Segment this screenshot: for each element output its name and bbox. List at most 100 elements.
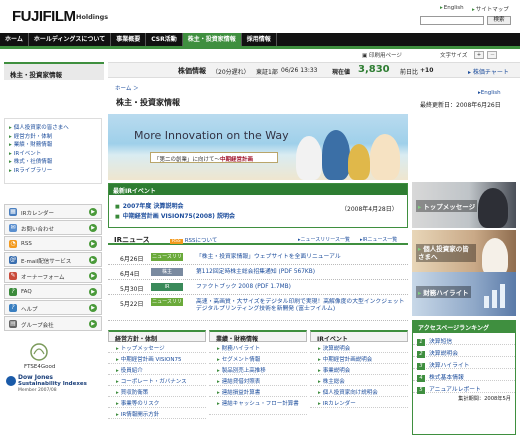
font-size-minus[interactable]: － <box>487 51 497 59</box>
ranking-item[interactable]: 3 決算ハイライト <box>413 357 515 370</box>
news-link[interactable]: 「株主・投資家情報」ウェブサイトを全面リニューアル <box>196 254 406 261</box>
change-label: 前日比 <box>400 69 419 76</box>
section-link[interactable]: 株主総会 <box>310 375 408 386</box>
stock-datetime: 06/26 13:33 <box>281 67 318 74</box>
nav-ir[interactable]: 株主・投資家情報 <box>182 33 242 46</box>
sidebar-item-library[interactable]: IRライブラリー <box>9 166 101 175</box>
section-link[interactable]: 製品別売上高推移 <box>209 364 307 375</box>
ranking-item[interactable]: 4 株式基本情報 <box>413 369 515 382</box>
section-link[interactable]: 連結損益計算書 <box>209 386 307 397</box>
news-link[interactable]: 高速・高画質・大サイズをデジタル印刷で実現！高解像度の大型インクジェットデジタル… <box>196 299 406 313</box>
person-image <box>482 238 508 276</box>
financial-highlight-box[interactable]: 財務ハイライト <box>412 272 516 316</box>
event-link-results[interactable]: 2007年度 決算説明会 <box>115 201 184 210</box>
section-link[interactable]: IRカレンダー <box>310 397 408 408</box>
english-link[interactable]: English <box>440 5 464 11</box>
help-icon: ? <box>9 304 17 312</box>
nav-home[interactable]: ホーム <box>0 33 29 46</box>
section-link[interactable]: 連結貸借対照表 <box>209 375 307 386</box>
email-icon: @ <box>9 256 17 264</box>
stock-chart-link[interactable]: ▸ 株価チャート <box>468 67 509 76</box>
individual-investors-box[interactable]: 個人投資家の皆さまへ <box>412 230 516 276</box>
nav-business[interactable]: 事業概要 <box>111 33 147 46</box>
nav-csr[interactable]: CSR活動 <box>146 33 183 46</box>
news-link[interactable]: 第112回定時株主総会招集通知 (PDF 567KB) <box>196 269 406 276</box>
rss-link[interactable]: RSS RSSについて <box>170 236 217 244</box>
section-link[interactable]: 連結キャッシュ・フロー計算書 <box>209 397 307 415</box>
section-link[interactable]: コーポレート・ガバナンス <box>108 375 206 386</box>
news-tag: 株主 <box>151 268 183 276</box>
fujifilm-logo[interactable]: FUJIFILM <box>12 8 76 25</box>
group-box[interactable]: ▤ グループ会社 ▶ <box>4 316 102 331</box>
search-button[interactable]: 検索 <box>487 16 511 25</box>
hero-banner[interactable]: More Innovation on the Way 「第二の創業」に向けて〜中… <box>108 114 408 180</box>
section-link[interactable]: 買収防衛策 <box>108 386 206 397</box>
stock-bar: 株価情報 （20分遅れ） 東証1部 06/26 13:33 現在値 3,830 … <box>108 62 520 78</box>
section-link[interactable]: 中期経営計画 VISION75 <box>108 353 206 364</box>
arrow-icon: ▶ <box>89 288 97 296</box>
arrow-icon: ▶ <box>89 320 97 328</box>
section-link[interactable]: IR情報開示方針 <box>108 408 206 419</box>
section-link[interactable]: 個人投資家向け説明会 <box>310 386 408 397</box>
banner-subtitle: 「第二の創業」に向けて〜中期経営計画 <box>150 152 278 163</box>
ranking-item[interactable]: 2 決算説明会 <box>413 345 515 358</box>
font-size-plus[interactable]: + <box>474 51 484 59</box>
email-service-box[interactable]: @ E-mail配信サービス ▶ <box>4 252 102 267</box>
person-image <box>478 188 508 228</box>
section-link[interactable]: 決算説明会 <box>310 342 408 353</box>
financial-highlight-label: 財務ハイライト <box>416 286 471 298</box>
calendar-icon: ▦ <box>9 208 17 216</box>
news-link[interactable]: ファクトブック 2008 (PDF 1.7MB) <box>196 284 406 291</box>
ranking-item[interactable]: 5 アニュアルレポート <box>413 381 515 394</box>
rss-icon: ◔ <box>9 240 17 248</box>
stock-label: 株価情報 <box>178 67 206 75</box>
person-image <box>322 130 350 180</box>
mail-icon: ✉ <box>9 224 17 232</box>
sidebar-item-policy[interactable]: 経営方針・体制 <box>9 132 101 141</box>
section-heading: 業績・財務情報 <box>209 330 307 343</box>
contact-box[interactable]: ✉ お問い合わせ ▶ <box>4 220 102 235</box>
english-page-link[interactable]: ▸English <box>478 90 501 96</box>
sidebar-title: 株主・投資家情報 <box>4 62 104 80</box>
section-link[interactable]: 事業説明会 <box>310 364 408 375</box>
arrow-icon: ▶ <box>89 208 97 216</box>
ir-calendar-box[interactable]: ▦ IRカレンダー ▶ <box>4 204 102 219</box>
help-box[interactable]: ? ヘルプ ▶ <box>4 300 102 315</box>
section-link[interactable]: 事業等のリスク <box>108 397 206 408</box>
event-link-vision75[interactable]: 中期経営計画 VISION75(2008) 説明会 <box>115 211 235 220</box>
group-icon: ▤ <box>9 320 17 328</box>
dj-line3: Member 2007/08 <box>18 388 57 393</box>
sitemap-link[interactable]: サイトマップ <box>472 5 509 13</box>
news-date: 6月4日 <box>120 271 140 278</box>
section-link[interactable]: セグメント情報 <box>209 353 307 364</box>
breadcrumb[interactable]: ホーム ＞ <box>115 84 139 92</box>
arrow-icon: ▶ <box>89 224 97 232</box>
section-link[interactable]: 中期経営計画説明会 <box>310 353 408 364</box>
news-date: 5月22日 <box>120 301 144 308</box>
news-release-list-link[interactable]: ▸ニュースリリース一覧 <box>298 236 350 243</box>
nav-about[interactable]: ホールディングスについて <box>29 33 112 46</box>
top-message-box[interactable]: トップメッセージ <box>412 182 516 228</box>
faq-box[interactable]: ? FAQ ▶ <box>4 284 102 299</box>
stock-delay: （20分遅れ） <box>212 69 250 76</box>
ranking-item[interactable]: 1 決算短信 <box>413 333 515 346</box>
ftse-label: FTSE4Good <box>24 364 56 370</box>
print-link[interactable]: ▣ 印刷用ページ <box>362 51 402 59</box>
news-tag: ニュースリリース <box>151 298 183 313</box>
sidebar-item-financial[interactable]: 業績・財務情報 <box>9 140 101 149</box>
sidebar-item-events[interactable]: IRイベント <box>9 149 101 158</box>
person-image <box>348 144 370 180</box>
nav-recruit[interactable]: 採用情報 <box>242 33 277 46</box>
rss-box[interactable]: ◔ RSS ▶ <box>4 236 102 251</box>
sidebar-item-individual[interactable]: 個人投資家の皆さまへ <box>9 123 101 132</box>
owner-form-box[interactable]: ✎ オーナーフォーム ▶ <box>4 268 102 283</box>
sidebar-item-stock[interactable]: 株式・社債情報 <box>9 157 101 166</box>
section-link[interactable]: 役員紹介 <box>108 364 206 375</box>
ir-news-list-link[interactable]: ▸IRニュース一覧 <box>360 236 397 243</box>
section-heading: IRイベント <box>310 330 408 343</box>
section-link[interactable]: トップメッセージ <box>108 342 206 353</box>
sidebar-nav: 個人投資家の皆さまへ 経営方針・体制 業績・財務情報 IRイベント 株式・社債情… <box>4 118 102 184</box>
search-input[interactable] <box>420 16 484 25</box>
arrow-icon: ▶ <box>89 304 97 312</box>
section-link[interactable]: 財務ハイライト <box>209 342 307 353</box>
